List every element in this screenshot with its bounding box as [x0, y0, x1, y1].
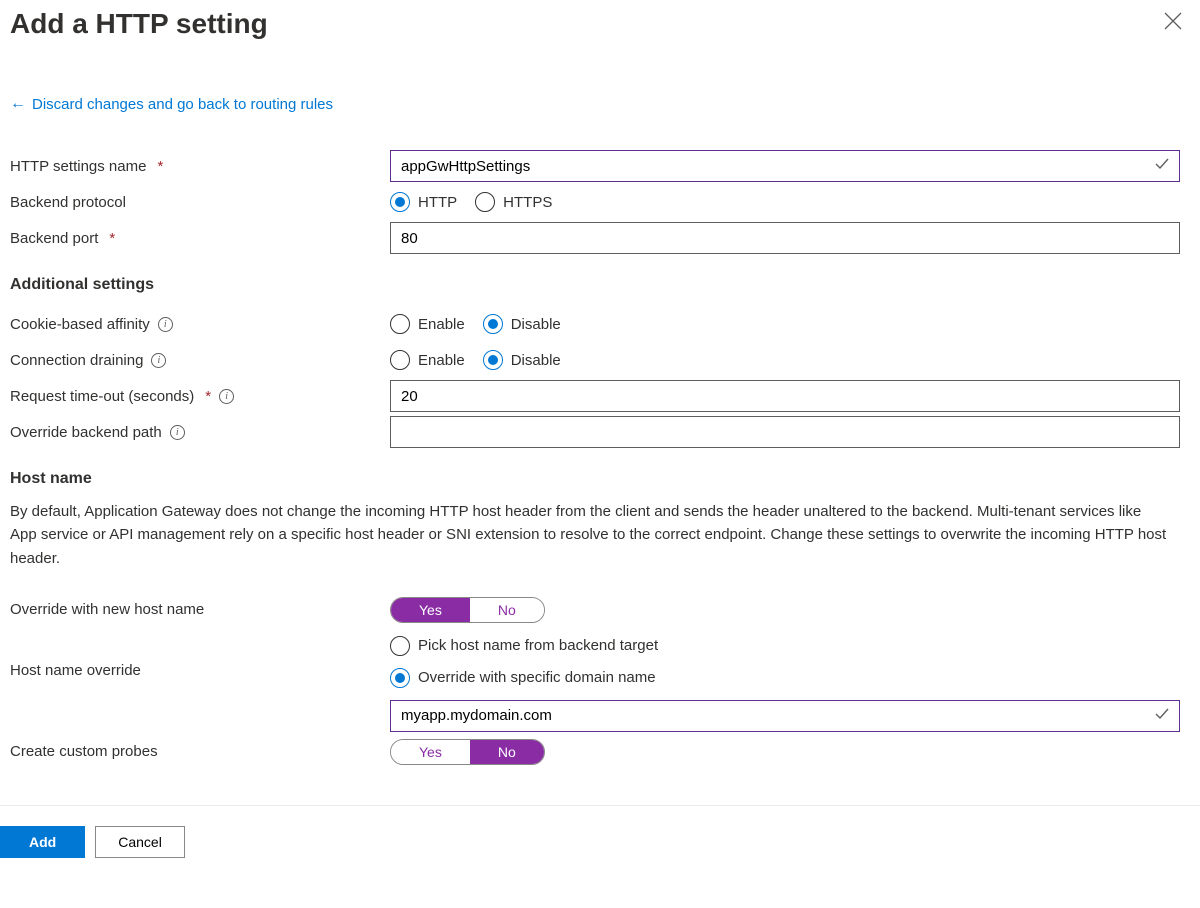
info-icon[interactable]: i [158, 317, 173, 332]
override-new-yes[interactable]: Yes [391, 598, 470, 622]
cookie-label: Cookie-based affinity [10, 316, 150, 333]
protocol-https-label: HTTPS [503, 194, 552, 211]
timeout-input[interactable] [390, 380, 1180, 412]
override-new-no[interactable]: No [470, 598, 544, 622]
cookie-disable-label: Disable [511, 316, 561, 333]
hostname-override-label: Host name override [10, 662, 141, 679]
arrow-left-icon: ← [10, 95, 26, 113]
add-button[interactable]: Add [0, 826, 85, 858]
protocol-http-radio[interactable]: HTTP [390, 192, 457, 212]
required-star: * [157, 158, 163, 175]
pick-from-backend-label: Pick host name from backend target [418, 637, 658, 654]
draining-disable-radio[interactable]: Disable [483, 350, 561, 370]
draining-disable-label: Disable [511, 352, 561, 369]
hostname-description: By default, Application Gateway does not… [10, 500, 1170, 570]
specific-domain-radio[interactable]: Override with specific domain name [390, 668, 658, 688]
settings-name-input[interactable] [390, 150, 1180, 182]
discard-link-label: Discard changes and go back to routing r… [32, 96, 333, 113]
custom-probes-label: Create custom probes [10, 743, 158, 760]
domain-input[interactable] [390, 700, 1180, 732]
hostname-heading: Host name [10, 470, 1190, 488]
cookie-enable-label: Enable [418, 316, 465, 333]
specific-domain-label: Override with specific domain name [418, 669, 656, 686]
protocol-http-label: HTTP [418, 194, 457, 211]
draining-label: Connection draining [10, 352, 143, 369]
custom-probes-yes[interactable]: Yes [391, 740, 470, 764]
draining-enable-label: Enable [418, 352, 465, 369]
required-star: * [205, 388, 211, 405]
custom-probes-toggle[interactable]: Yes No [390, 739, 545, 765]
override-new-label: Override with new host name [10, 601, 204, 618]
custom-probes-no[interactable]: No [470, 740, 544, 764]
settings-name-label: HTTP settings name [10, 158, 146, 175]
cookie-enable-radio[interactable]: Enable [390, 314, 465, 334]
info-icon[interactable]: i [170, 425, 185, 440]
protocol-https-radio[interactable]: HTTPS [475, 192, 552, 212]
info-icon[interactable]: i [151, 353, 166, 368]
cookie-disable-radio[interactable]: Disable [483, 314, 561, 334]
override-new-toggle[interactable]: Yes No [390, 597, 545, 623]
close-icon[interactable] [1156, 8, 1190, 38]
info-icon[interactable]: i [219, 389, 234, 404]
page-title: Add a HTTP setting [10, 8, 268, 40]
port-label: Backend port [10, 230, 98, 247]
draining-enable-radio[interactable]: Enable [390, 350, 465, 370]
timeout-label: Request time-out (seconds) [10, 388, 194, 405]
override-path-input[interactable] [390, 416, 1180, 448]
discard-link[interactable]: ← Discard changes and go back to routing… [10, 95, 1190, 113]
required-star: * [109, 230, 115, 247]
protocol-label: Backend protocol [10, 194, 126, 211]
additional-heading: Additional settings [10, 276, 1190, 294]
port-input[interactable] [390, 222, 1180, 254]
override-path-label: Override backend path [10, 424, 162, 441]
cancel-button[interactable]: Cancel [95, 826, 185, 858]
pick-from-backend-radio[interactable]: Pick host name from backend target [390, 636, 658, 656]
